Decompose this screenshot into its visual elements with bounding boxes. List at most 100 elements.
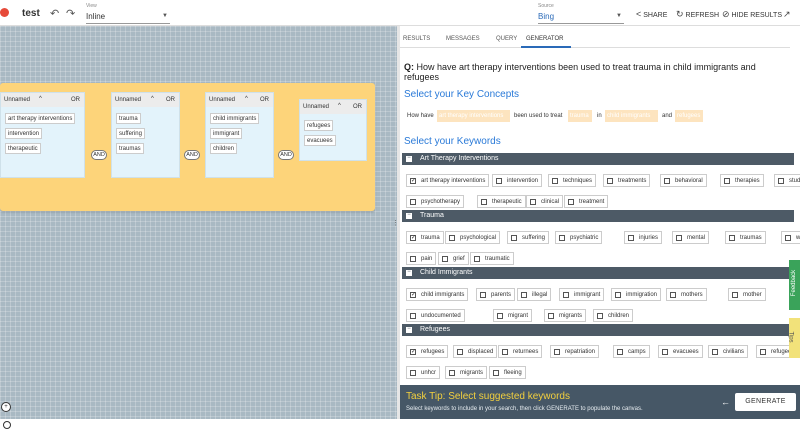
collapse-icon[interactable]: − bbox=[406, 155, 412, 162]
checkbox[interactable] bbox=[410, 256, 416, 262]
tab-messages[interactable]: MESSAGES bbox=[446, 36, 480, 42]
checkbox[interactable] bbox=[785, 235, 791, 241]
recenter-icon[interactable] bbox=[3, 421, 11, 429]
and-operator[interactable]: AND bbox=[184, 150, 200, 160]
open-external-button[interactable]: ↗ bbox=[783, 9, 793, 20]
term-chip[interactable]: traumas bbox=[116, 143, 144, 154]
checkbox[interactable] bbox=[457, 349, 463, 355]
keyword-chip[interactable]: parents bbox=[476, 288, 516, 301]
source-select[interactable]: Bing ▼ bbox=[538, 11, 624, 24]
checkbox[interactable] bbox=[559, 235, 565, 241]
checkbox[interactable] bbox=[493, 370, 499, 376]
term-chip[interactable]: refugees bbox=[304, 120, 334, 131]
checkbox[interactable] bbox=[511, 235, 517, 241]
keyword-section-header[interactable]: − Refugees bbox=[402, 324, 794, 336]
keyword-chip[interactable]: camps bbox=[613, 345, 650, 358]
keyword-section-header[interactable]: − Child Immigrants bbox=[402, 267, 794, 279]
concept-blank[interactable]: child immigrants bbox=[605, 110, 658, 122]
keyword-chip[interactable]: intervention bbox=[492, 174, 543, 187]
keyword-chip[interactable]: ✓ child immigrants bbox=[406, 288, 469, 301]
undo-icon[interactable]: ↶ bbox=[50, 7, 59, 20]
group-operator[interactable]: OR bbox=[166, 97, 175, 103]
keyword-chip[interactable]: civilians bbox=[708, 345, 749, 358]
concept-group[interactable]: Unnamed ^ OR art therapy interventions int… bbox=[0, 92, 85, 178]
term-chip[interactable]: immigrant bbox=[210, 128, 243, 139]
keyword-chip[interactable]: ✓ art therapy interventions bbox=[406, 174, 490, 187]
checkbox[interactable]: ✓ bbox=[410, 349, 416, 355]
checkbox[interactable] bbox=[732, 292, 738, 298]
keyword-chip[interactable]: behavioral bbox=[660, 174, 707, 187]
checkbox[interactable] bbox=[664, 178, 670, 184]
concept-group[interactable]: Unnamed ^ OR trauma suffering traumas bbox=[111, 92, 180, 178]
keyword-chip[interactable]: evacuees bbox=[658, 345, 703, 358]
term-chip[interactable]: art therapy interventions bbox=[5, 113, 76, 124]
checkbox[interactable] bbox=[712, 349, 718, 355]
keyword-chip[interactable]: mother bbox=[728, 288, 766, 301]
keyword-chip[interactable]: wounds bbox=[781, 231, 800, 244]
group-operator[interactable]: OR bbox=[260, 97, 269, 103]
tips-tab[interactable]: Tips bbox=[788, 318, 800, 358]
term-chip[interactable]: child immigrants bbox=[210, 113, 260, 124]
keyword-section-header[interactable]: − Trauma bbox=[402, 210, 794, 222]
keyword-chip[interactable]: migrants bbox=[544, 309, 587, 322]
checkbox[interactable]: ✓ bbox=[410, 235, 416, 241]
checkbox[interactable] bbox=[481, 199, 487, 205]
keyword-chip[interactable]: unhcr bbox=[406, 366, 441, 379]
checkbox[interactable] bbox=[449, 235, 455, 241]
concept-blank[interactable]: refugees bbox=[675, 110, 703, 122]
keyword-chip[interactable]: immigration bbox=[611, 288, 662, 301]
checkbox[interactable]: ✓ bbox=[410, 292, 416, 298]
keyword-chip[interactable]: mental bbox=[672, 231, 710, 244]
group-name[interactable]: Unnamed bbox=[209, 97, 235, 103]
keyword-chip[interactable]: returnees bbox=[498, 345, 543, 358]
term-chip[interactable]: suffering bbox=[116, 128, 145, 139]
keyword-chip[interactable]: techniques bbox=[548, 174, 597, 187]
checkbox[interactable] bbox=[676, 235, 682, 241]
keyword-chip[interactable]: therapeutic bbox=[477, 195, 526, 208]
share-button[interactable]: < SHARE bbox=[636, 9, 667, 19]
chevron-up-icon[interactable]: ^ bbox=[151, 96, 154, 102]
checkbox[interactable] bbox=[410, 370, 416, 376]
keyword-chip[interactable]: clinical bbox=[526, 195, 564, 208]
zoom-icon[interactable]: + bbox=[1, 402, 11, 412]
query-canvas[interactable]: Unnamed ^ OR art therapy interventions int… bbox=[0, 26, 397, 429]
checkbox[interactable] bbox=[410, 199, 416, 205]
collapse-icon[interactable]: − bbox=[406, 269, 412, 276]
keyword-chip[interactable]: psychological bbox=[445, 231, 501, 244]
checkbox[interactable] bbox=[760, 349, 766, 355]
checkbox[interactable] bbox=[568, 199, 574, 205]
checkbox[interactable] bbox=[607, 178, 613, 184]
term-chip[interactable]: therapeutic bbox=[5, 143, 41, 154]
feedback-tab[interactable]: Feedback bbox=[789, 260, 800, 310]
keyword-chip[interactable]: repatriation bbox=[550, 345, 600, 358]
generate-button[interactable]: GENERATE bbox=[735, 393, 796, 411]
checkbox[interactable] bbox=[530, 199, 536, 205]
checkbox[interactable] bbox=[548, 313, 554, 319]
keyword-chip[interactable]: treatment bbox=[564, 195, 609, 208]
keyword-chip[interactable]: psychiatric bbox=[555, 231, 603, 244]
tab-results[interactable]: RESULTS bbox=[403, 36, 430, 42]
collapse-icon[interactable]: − bbox=[406, 212, 412, 219]
tab-query[interactable]: QUERY bbox=[496, 36, 517, 42]
group-operator[interactable]: OR bbox=[353, 104, 362, 110]
checkbox[interactable] bbox=[778, 178, 784, 184]
view-select[interactable]: Inline ▼ bbox=[86, 11, 170, 24]
group-name[interactable]: Unnamed bbox=[4, 97, 30, 103]
checkbox[interactable]: ✓ bbox=[410, 178, 416, 184]
checkbox[interactable] bbox=[497, 313, 503, 319]
keyword-chip[interactable]: psychotherapy bbox=[406, 195, 465, 208]
keyword-chip[interactable]: migrant bbox=[493, 309, 533, 322]
checkbox[interactable] bbox=[480, 292, 486, 298]
app-logo-icon[interactable] bbox=[0, 8, 9, 17]
checkbox[interactable] bbox=[628, 235, 634, 241]
concept-group[interactable]: Unnamed ^ OR refugees evacuees bbox=[299, 99, 367, 161]
keyword-chip[interactable]: traumas bbox=[725, 231, 766, 244]
chevron-up-icon[interactable]: ^ bbox=[39, 96, 42, 102]
drag-handle-icon[interactable]: ⋮ bbox=[392, 219, 399, 227]
keyword-chip[interactable]: immigrant bbox=[559, 288, 605, 301]
and-operator[interactable]: AND bbox=[91, 150, 107, 160]
keyword-section-header[interactable]: − Art Therapy Interventions bbox=[402, 153, 794, 165]
checkbox[interactable] bbox=[521, 292, 527, 298]
keyword-chip[interactable]: studies bbox=[774, 174, 800, 187]
keyword-chip[interactable]: injuries bbox=[624, 231, 663, 244]
